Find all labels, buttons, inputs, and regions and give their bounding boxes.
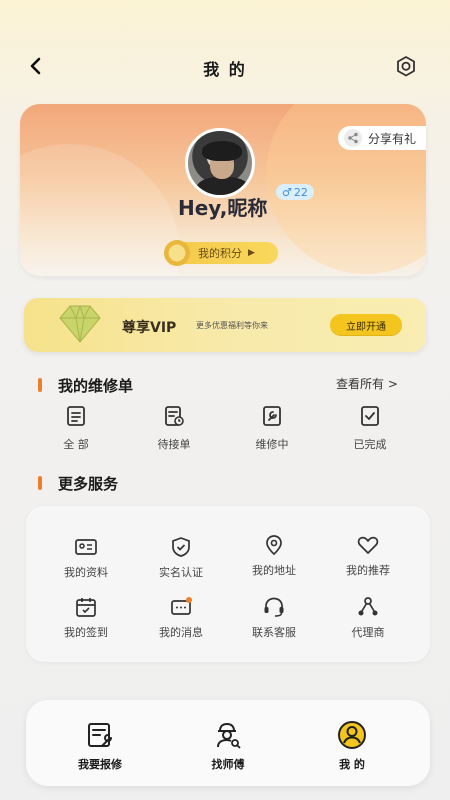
arrow-right-icon: ▶ bbox=[248, 248, 255, 258]
more-services-title: 更多服务 bbox=[58, 475, 119, 493]
avatar[interactable] bbox=[185, 128, 255, 198]
order-tab-label: 已完成 bbox=[353, 438, 387, 451]
order-tab-label: 全 部 bbox=[63, 438, 89, 451]
nav-item-mine[interactable]: 我 的 bbox=[302, 720, 402, 772]
nav-label: 我 的 bbox=[339, 758, 365, 771]
points-label: 我的积分 bbox=[198, 247, 242, 260]
male-icon: ♂ bbox=[282, 185, 292, 199]
service-real-name-auth[interactable]: 实名认证 bbox=[136, 536, 226, 580]
clipboard-wrench-icon bbox=[263, 406, 281, 426]
section-accent-bar bbox=[38, 378, 42, 392]
service-my-recommend[interactable]: 我的推荐 bbox=[323, 534, 413, 578]
services-card: 我的资料 实名认证 我的地址 我的推荐 我的签到 我的消息 联系客服 代理商 bbox=[26, 506, 430, 662]
service-label: 代理商 bbox=[351, 626, 385, 639]
vip-subtitle: 更多优惠福利等你来 bbox=[196, 321, 268, 330]
worker-search-icon bbox=[217, 722, 241, 749]
vip-open-button[interactable]: 立即开通 bbox=[330, 314, 402, 336]
user-circle-icon bbox=[338, 721, 366, 749]
share-label: 分享有礼 bbox=[367, 131, 416, 146]
nickname: Hey,昵称 bbox=[178, 196, 268, 220]
service-label: 我的地址 bbox=[252, 564, 296, 577]
shield-check-icon bbox=[172, 537, 190, 557]
see-all-link[interactable]: 查看所有 > bbox=[336, 375, 398, 392]
bottom-nav: 我要报修 找师傅 我 的 bbox=[26, 700, 430, 786]
order-tab-label: 待接单 bbox=[157, 438, 191, 451]
vip-banner[interactable]: 尊享VIP 更多优惠福利等你来 立即开通 bbox=[24, 298, 426, 352]
service-contact-support[interactable]: 联系客服 bbox=[229, 596, 319, 640]
settings-gear-icon[interactable] bbox=[392, 52, 420, 80]
share-gift-button[interactable]: 分享有礼 bbox=[337, 126, 426, 150]
service-my-messages[interactable]: 我的消息 bbox=[136, 596, 226, 640]
nav-item-report-repair[interactable]: 我要报修 bbox=[50, 720, 150, 772]
headset-icon bbox=[264, 597, 284, 617]
order-tab-in-repair[interactable]: 维修中 bbox=[232, 404, 312, 452]
network-icon bbox=[358, 597, 378, 616]
service-label: 我的签到 bbox=[64, 626, 108, 639]
diamond-icon bbox=[59, 304, 101, 343]
service-agent[interactable]: 代理商 bbox=[323, 596, 413, 640]
repair-form-icon bbox=[88, 723, 112, 747]
location-pin-icon bbox=[266, 535, 282, 556]
message-icon bbox=[171, 597, 192, 615]
profile-card: 分享有礼 Hey,昵称 ♂ 22 我的积分 ▶ bbox=[20, 104, 426, 276]
clipboard-check-icon bbox=[361, 406, 379, 426]
calendar-check-icon bbox=[76, 598, 96, 617]
section-accent-bar bbox=[38, 476, 42, 490]
order-tab-all[interactable]: 全 部 bbox=[36, 404, 116, 452]
gender-age-badge: ♂ 22 bbox=[276, 184, 314, 200]
nav-label: 找师傅 bbox=[211, 758, 245, 771]
repair-orders-title: 我的维修单 bbox=[58, 377, 134, 395]
service-label: 我的消息 bbox=[159, 626, 203, 639]
service-label: 我的资料 bbox=[64, 566, 108, 579]
service-label: 实名认证 bbox=[159, 566, 203, 579]
service-my-address[interactable]: 我的地址 bbox=[229, 534, 319, 578]
clipboard-list-icon bbox=[67, 406, 85, 426]
nav-item-find-master[interactable]: 找师傅 bbox=[178, 720, 278, 772]
id-card-icon bbox=[75, 539, 97, 555]
order-tab-label: 维修中 bbox=[255, 438, 289, 451]
service-label: 联系客服 bbox=[252, 626, 296, 639]
nav-label: 我要报修 bbox=[78, 758, 122, 771]
service-label: 我的推荐 bbox=[346, 564, 390, 577]
my-points-button[interactable]: 我的积分 ▶ bbox=[164, 240, 278, 266]
clipboard-clock-icon bbox=[165, 406, 184, 426]
vip-title: 尊享VIP bbox=[122, 320, 177, 336]
share-icon bbox=[343, 129, 362, 147]
heart-icon bbox=[357, 536, 379, 554]
coin-icon bbox=[164, 240, 190, 266]
order-tab-completed[interactable]: 已完成 bbox=[330, 404, 410, 452]
page-title: 我 的 bbox=[203, 60, 247, 79]
order-tab-pending[interactable]: 待接单 bbox=[134, 404, 214, 452]
age-value: 22 bbox=[293, 185, 308, 199]
service-my-profile[interactable]: 我的资料 bbox=[41, 536, 131, 580]
service-my-checkin[interactable]: 我的签到 bbox=[41, 596, 131, 640]
